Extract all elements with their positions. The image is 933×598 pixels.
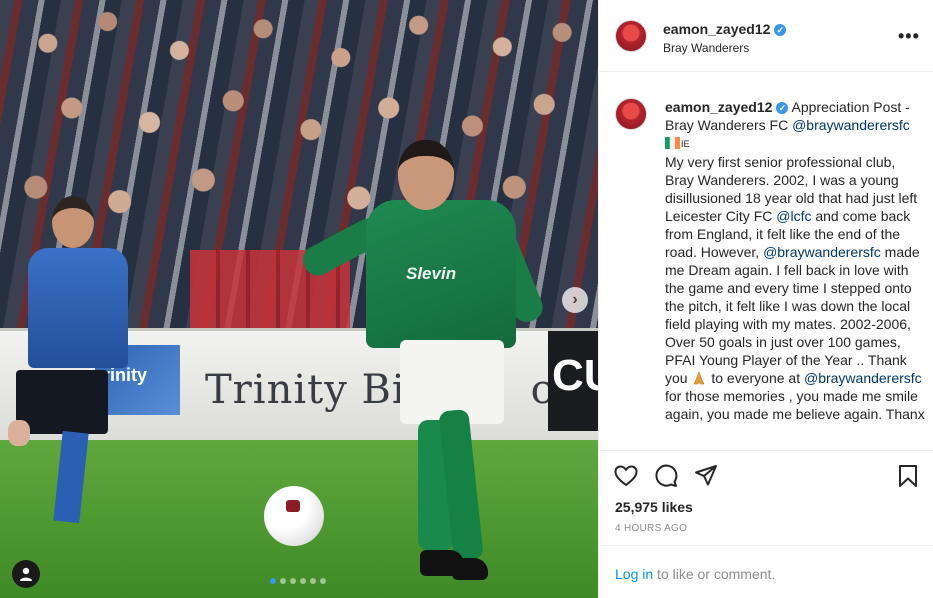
login-link[interactable]: Log in [615,566,653,582]
bookmark-icon[interactable] [895,463,921,489]
post-header: eamon_zayed12 ✓ Bray Wanderers ••• [599,0,933,72]
post-location[interactable]: Bray Wanderers [663,41,749,55]
more-icon[interactable]: ••• [898,26,920,47]
shirt-sponsor: Slevin [406,264,457,283]
hoarding-left-text: rinity [103,365,148,385]
opponent-head [52,196,94,248]
post-side-panel: eamon_zayed12 ✓ Bray Wanderers ••• eamon_… [598,0,933,598]
verified-badge-icon: ✓ [774,24,787,36]
caption-part: to everyone at [707,370,804,386]
caption-username[interactable]: eamon_zayed12 [665,99,772,115]
mention-link[interactable]: @braywanderersfc [804,370,922,386]
avatar[interactable] [615,20,647,52]
caption-part: for those memories , you made me smile a… [665,388,925,422]
login-prompt-text: to like or comment. [653,566,776,582]
opponent-knee [8,420,30,446]
football [264,486,324,546]
carousel-dot [280,578,286,584]
mention-link[interactable]: @braywanderersfc [792,117,910,133]
carousel-dot [290,578,296,584]
mention-link[interactable]: @braywanderersfc [763,244,881,260]
post-timestamp[interactable]: 4 HOURS AGO [615,523,687,534]
login-prompt: Log in to like or comment. [599,545,933,598]
player-boot [452,558,488,580]
heart-icon[interactable] [613,463,639,489]
carousel-dot [320,578,326,584]
player-head [398,140,454,210]
share-icon[interactable] [693,463,719,489]
author-username-text[interactable]: eamon_zayed12 [663,21,770,37]
verified-badge-icon: ✓ [776,102,789,114]
user-tag-icon [20,567,32,581]
chevron-right-icon: › [572,291,578,308]
opponent-shirt [28,248,128,368]
like-count[interactable]: 25,975 likes [615,499,693,515]
caption-text: eamon_zayed12 ✓ Appreciation Post - Bray … [665,98,927,423]
carousel-dot [300,578,306,584]
post-actions: 25,975 likes 4 HOURS AGO Log in to like … [599,450,933,598]
carousel-indicator [270,578,326,584]
carousel-next-button[interactable]: › [562,287,588,313]
author-username[interactable]: eamon_zayed12 ✓ [663,21,787,37]
carousel-dot [310,578,316,584]
mention-link[interactable]: @lcfc [776,208,811,224]
opponent-shorts [16,370,108,434]
comment-icon[interactable] [653,463,679,489]
avatar[interactable] [615,98,647,130]
caption: eamon_zayed12 ✓ Appreciation Post - Bray … [599,86,933,450]
praying-hands-emoji-icon [693,371,705,385]
caption-part: made me Dream again. I fell back in love… [665,244,920,386]
hoarding-right-text: CU [548,331,598,431]
carousel-dot [270,578,276,584]
flag-code: IE [681,139,690,149]
flag-emoji-icon [665,136,680,150]
player-shirt: Slevin [366,200,516,348]
post-image[interactable]: rinity Trinity Biotec CU Slevin › [0,0,598,598]
user-tag-button[interactable] [12,560,40,588]
